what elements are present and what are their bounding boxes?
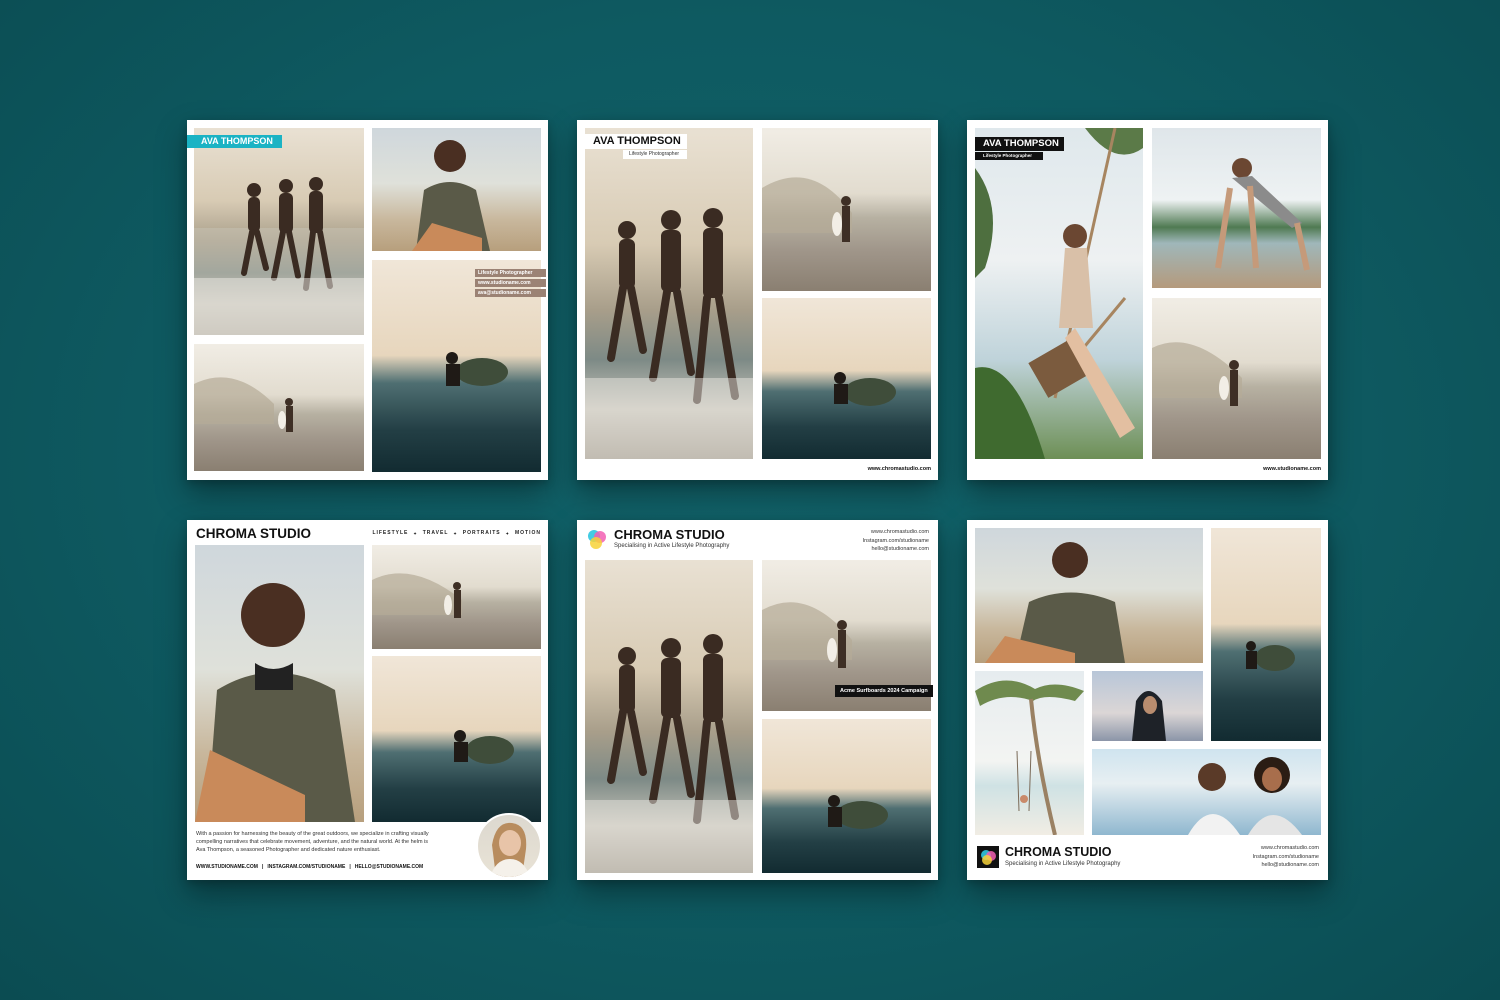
bio-line: compelling narratives that celebrate mov… [196, 839, 429, 845]
footer-website[interactable]: www.studioname.com [1263, 466, 1321, 472]
collage-template-6[interactable]: CHROMA STUDIO Specialising in Active Lif… [967, 520, 1328, 880]
photo-man-in-hoodie [1092, 671, 1203, 741]
photo-laughing-friends [1092, 749, 1321, 835]
contact-email[interactable]: hello@studioname.com [863, 545, 929, 554]
photo-beach-friends-running [194, 128, 364, 335]
info-line-website: www.studioname.com [475, 279, 546, 287]
category-nav: LIFESTYLE ✦ TRAVEL ✦ PORTRAITS ✦ MOTION [372, 530, 541, 536]
campaign-label: Acme Surfboards 2024 Campaign [835, 685, 933, 697]
photo-beach-walker [1152, 298, 1321, 459]
photo-beach-walker [194, 344, 364, 471]
nav-portraits[interactable]: PORTRAITS [463, 530, 501, 536]
photo-beach-friends-running [585, 128, 753, 459]
bio-line: Ava Thompson, a seasoned Photographer an… [196, 847, 381, 853]
brand-tagline: Specialising in Active Lifestyle Photogr… [1005, 861, 1121, 867]
footer-instagram[interactable]: INSTAGRAM.COM/STUDIONAME [267, 864, 345, 870]
photo-smiling-surfer-large [195, 545, 364, 822]
info-line-email: ava@studioname.com [475, 289, 546, 297]
collage-template-5[interactable]: CHROMA STUDIO Specialising in Active Lif… [577, 520, 938, 880]
subtitle-tag: Lifestyle Photographer [623, 150, 687, 159]
footer-website[interactable]: www.chromastudio.com [868, 466, 931, 472]
bio-line: With a passion for harnessing the beauty… [196, 831, 429, 837]
name-tag: AVA THOMPSON [975, 137, 1064, 151]
collage-template-3[interactable]: AVA THOMPSON Lifestyle Photographer www.… [967, 120, 1328, 480]
photo-smiling-surfer [975, 528, 1203, 663]
photo-smiling-surfer [372, 128, 541, 251]
footer-divider: | [261, 864, 264, 870]
footer-email[interactable]: HELLO@STUDIONAME.COM [355, 864, 423, 870]
collage-template-2[interactable]: AVA THOMPSON Lifestyle Photographer www.… [577, 120, 938, 480]
collage-template-1[interactable]: AVA THOMPSON Lifestyle Photographer www.… [187, 120, 548, 480]
nav-lifestyle[interactable]: LIFESTYLE [372, 530, 408, 536]
contact-email[interactable]: hello@studioname.com [1253, 861, 1319, 870]
chroma-logo-icon [586, 528, 608, 550]
photo-woman-on-swing [975, 128, 1143, 459]
brand-title: CHROMA STUDIO [614, 527, 725, 542]
contact-instagram[interactable]: Instagram.com/studioname [863, 537, 929, 546]
photo-surfer-in-water [762, 719, 931, 873]
collage-template-4[interactable]: CHROMA STUDIO LIFESTYLE ✦ TRAVEL ✦ PORTR… [187, 520, 548, 880]
subtitle-tag: Lifestyle Photographer [975, 152, 1043, 160]
info-line-role: Lifestyle Photographer [475, 269, 546, 277]
photo-beach-friends-running [585, 560, 753, 873]
nav-travel[interactable]: TRAVEL [423, 530, 449, 536]
avatar-photographer [476, 813, 542, 879]
photo-palm-swing [975, 671, 1084, 835]
photo-beach-walker [762, 128, 931, 291]
nav-separator: ✦ [413, 530, 418, 536]
photo-surfer-in-water [372, 656, 541, 822]
nav-motion[interactable]: MOTION [515, 530, 541, 536]
contact-block: www.chromastudio.com Instagram.com/studi… [863, 528, 929, 554]
photo-beach-walker [372, 545, 541, 649]
nav-separator: ✦ [453, 530, 458, 536]
bio-text: With a passion for harnessing the beauty… [196, 830, 464, 854]
brand-title: CHROMA STUDIO [196, 526, 311, 541]
photo-surfer-in-water [1211, 528, 1321, 741]
footer-links: WWW.STUDIONAME.COM | INSTAGRAM.COM/STUDI… [196, 864, 423, 870]
info-block: Lifestyle Photographer www.studioname.co… [475, 269, 546, 297]
brand-tagline: Specialising in Active Lifestyle Photogr… [614, 543, 730, 549]
name-tag: AVA THOMPSON [187, 135, 282, 148]
name-tag: AVA THOMPSON [585, 134, 687, 149]
nav-separator: ✦ [505, 530, 510, 536]
photo-surfer-in-water [762, 298, 931, 459]
footer-divider: | [349, 864, 351, 870]
contact-instagram[interactable]: Instagram.com/studioname [1253, 853, 1319, 862]
contact-website[interactable]: www.chromastudio.com [1253, 844, 1319, 853]
contact-website[interactable]: www.chromastudio.com [863, 528, 929, 537]
brand-title: CHROMA STUDIO [1005, 845, 1112, 859]
chroma-logo-icon [977, 846, 999, 868]
contact-block: www.chromastudio.com Instagram.com/studi… [1253, 844, 1319, 870]
photo-woman-exercising [1152, 128, 1321, 288]
footer-website[interactable]: WWW.STUDIONAME.COM [196, 864, 258, 870]
